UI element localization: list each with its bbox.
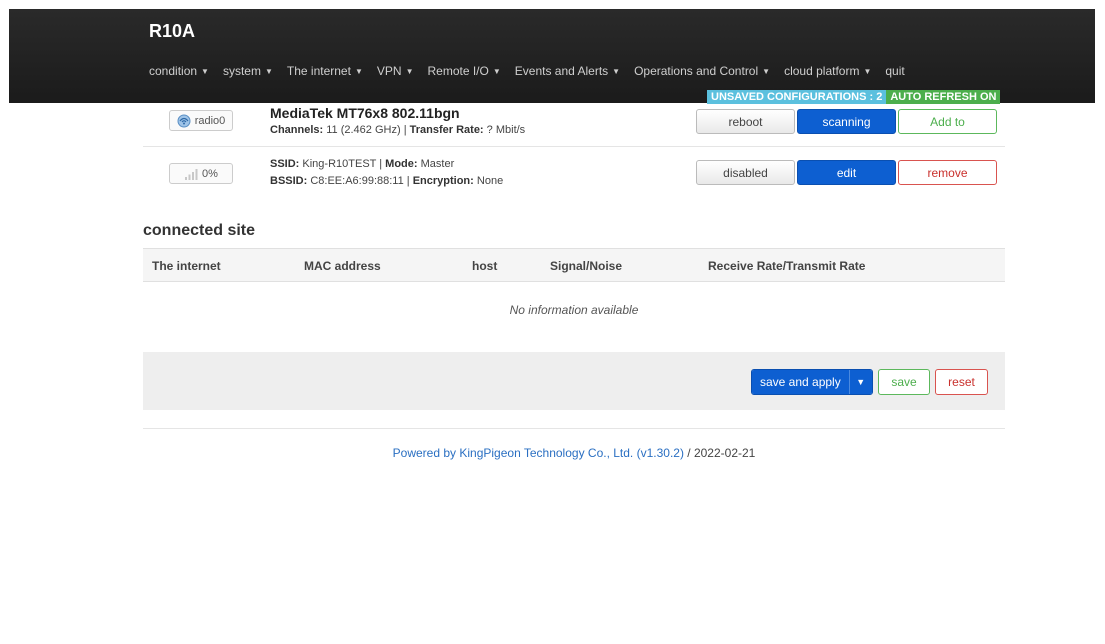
- menu-cloud-platform[interactable]: cloud platform ▼: [784, 64, 871, 78]
- radio-details: Channels: 11 (2.462 GHz) | Transfer Rate…: [270, 124, 526, 136]
- footer-date: / 2022-02-21: [683, 446, 756, 460]
- unsaved-config-badge[interactable]: UNSAVED CONFIGURATIONS : 2: [707, 90, 887, 104]
- col-mac-address: MAC address: [304, 259, 381, 273]
- caret-down-icon: ▼: [201, 67, 209, 76]
- network-device-row: 0% SSID: King-R10TEST | Mode: Master BSS…: [143, 148, 1005, 198]
- menu-system[interactable]: system ▼: [223, 64, 273, 78]
- radio-device-row: radio0 MediaTek MT76x8 802.11bgn Channel…: [143, 103, 1005, 147]
- reset-button[interactable]: reset: [935, 369, 988, 395]
- menu-vpn[interactable]: VPN ▼: [377, 64, 414, 78]
- footer-divider: [143, 428, 1005, 429]
- network-ssid-line: SSID: King-R10TEST | Mode: Master: [270, 158, 455, 170]
- network-bssid-line: BSSID: C8:EE:A6:99:88:11 | Encryption: N…: [270, 175, 504, 187]
- auto-refresh-badge[interactable]: AUTO REFRESH ON: [886, 90, 1001, 104]
- status-badges: UNSAVED CONFIGURATIONS : 2 AUTO REFRESH …: [707, 90, 1001, 104]
- scanning-button[interactable]: scanning: [797, 109, 896, 134]
- save-apply-split-button: save and apply ▼: [751, 369, 873, 395]
- col-internet: The internet: [152, 259, 221, 273]
- brand-title[interactable]: R10A: [149, 21, 195, 42]
- caret-down-icon: ▼: [762, 67, 771, 76]
- menu-remote-io[interactable]: Remote I/O ▼: [427, 64, 500, 78]
- menu-quit[interactable]: quit: [885, 64, 904, 78]
- signal-strength-icon: [185, 168, 198, 180]
- menu-events-alerts[interactable]: Events and Alerts ▼: [515, 64, 620, 78]
- edit-button[interactable]: edit: [797, 160, 896, 185]
- save-button[interactable]: save: [878, 369, 930, 395]
- remove-button[interactable]: remove: [898, 160, 997, 185]
- add-network-button[interactable]: Add to: [898, 109, 997, 134]
- radio-title: MediaTek MT76x8 802.11bgn: [270, 105, 460, 121]
- col-rx-tx-rate: Receive Rate/Transmit Rate: [708, 259, 866, 273]
- caret-down-icon: ▼: [492, 67, 501, 76]
- main-menu: condition ▼ system ▼ The internet ▼ VPN ▼ Re…: [149, 64, 919, 78]
- empty-table-message: No information available: [509, 303, 639, 317]
- caret-down-icon: ▼: [612, 67, 621, 76]
- menu-operations-control[interactable]: Operations and Control ▼: [634, 64, 770, 78]
- disable-button[interactable]: disabled: [696, 160, 795, 185]
- save-apply-button[interactable]: save and apply: [752, 370, 850, 394]
- menu-internet[interactable]: The internet ▼: [287, 64, 363, 78]
- caret-down-icon: ▼: [264, 67, 273, 76]
- menu-condition[interactable]: condition ▼: [149, 64, 209, 78]
- connected-site-heading: connected site: [143, 222, 256, 239]
- caret-down-icon: ▼: [863, 67, 872, 76]
- stations-table-header: The internet MAC address host Signal/Noi…: [143, 248, 1005, 282]
- form-actions-bar: save and apply ▼ save reset: [143, 352, 1005, 410]
- top-navbar: R10A condition ▼ system ▼ The internet ▼ VP…: [9, 9, 1095, 103]
- footer: Powered by KingPigeon Technology Co., Lt…: [143, 446, 1005, 460]
- reboot-button[interactable]: reboot: [696, 109, 795, 134]
- footer-powered-by-link[interactable]: Powered by KingPigeon Technology Co., Lt…: [393, 446, 684, 460]
- signal-chip: 0%: [169, 163, 233, 184]
- wifi-radio-icon: [177, 114, 191, 127]
- save-apply-dropdown-icon[interactable]: ▼: [849, 370, 872, 394]
- col-signal-noise: Signal/Noise: [550, 259, 623, 273]
- caret-down-icon: ▼: [354, 67, 363, 76]
- radio-chip: radio0: [169, 110, 233, 131]
- col-host: host: [472, 259, 498, 273]
- caret-down-icon: ▼: [405, 67, 414, 76]
